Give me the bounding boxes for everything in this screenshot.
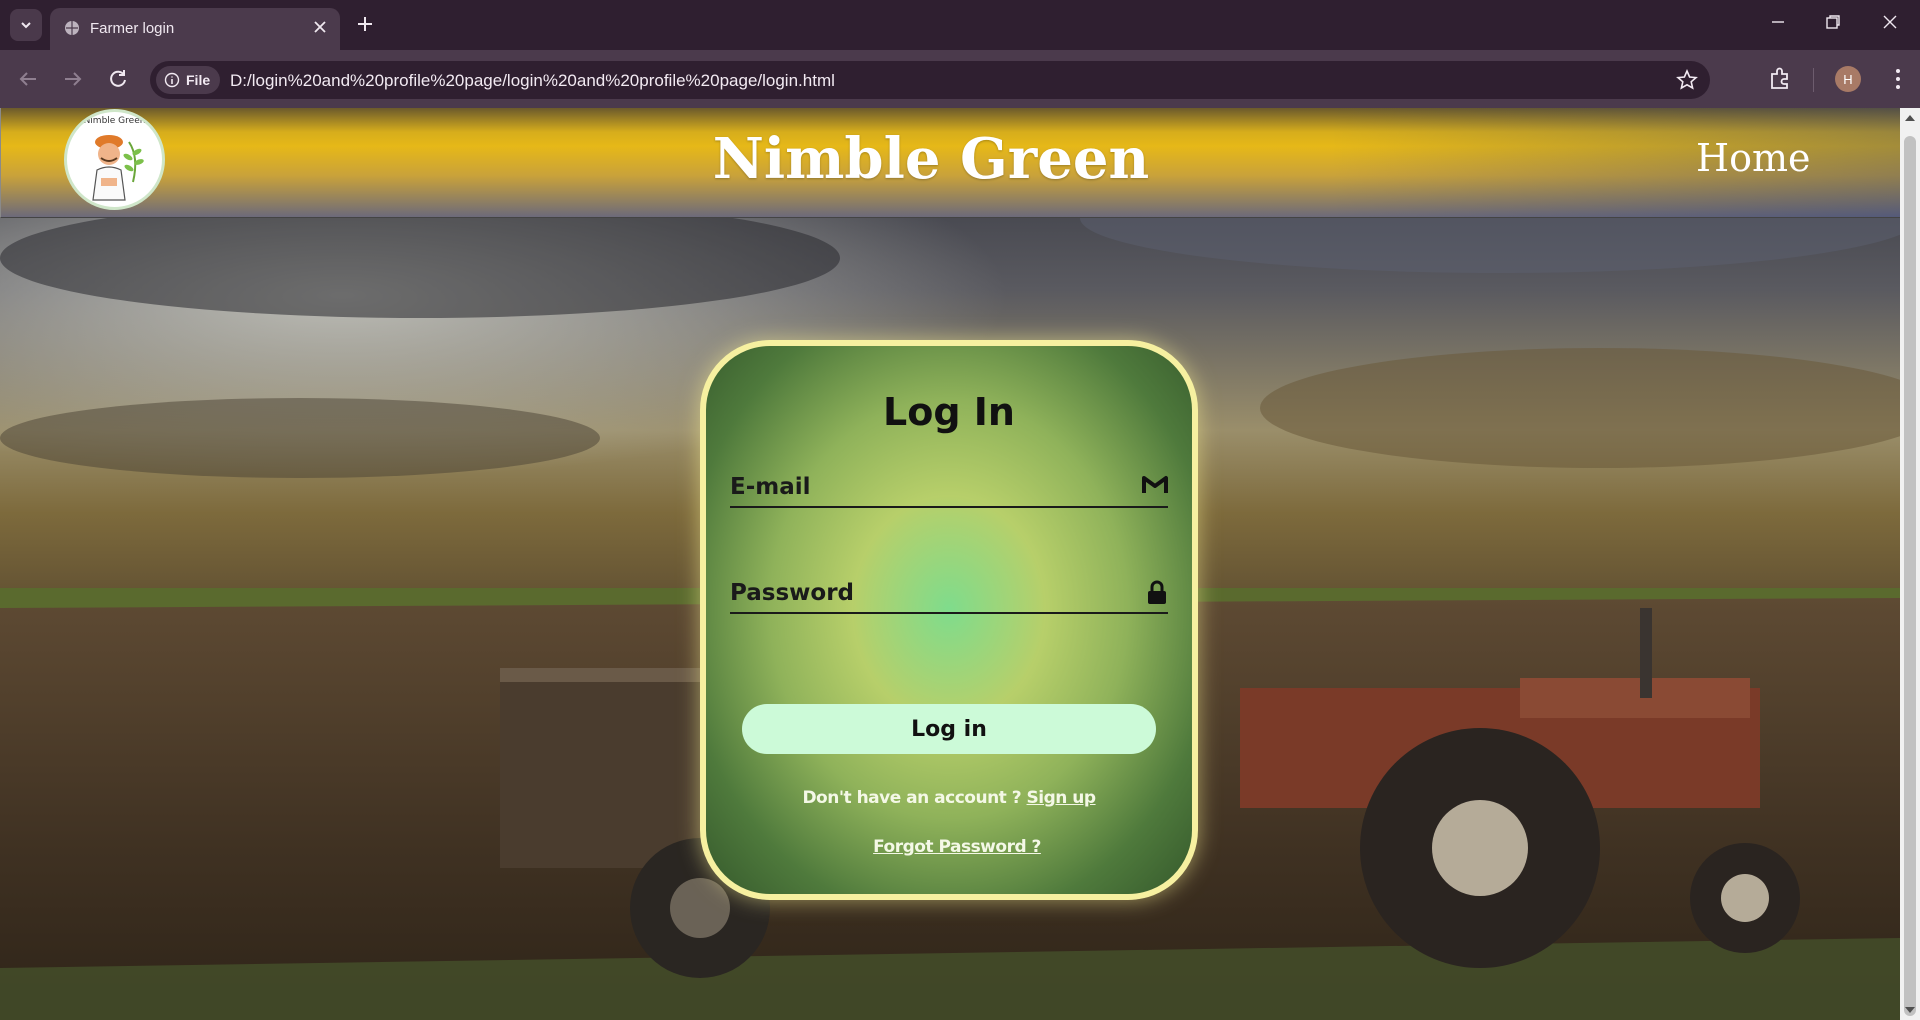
site-chip-label: File: [186, 72, 211, 88]
reload-icon[interactable]: [106, 67, 130, 91]
gmail-m-icon: [1142, 476, 1168, 493]
page-scrollbar[interactable]: [1900, 108, 1920, 1020]
bookmark-star-icon[interactable]: [1676, 69, 1698, 91]
forward-arrow-icon[interactable]: [61, 67, 85, 91]
login-submit-button[interactable]: Log in: [742, 704, 1156, 754]
scroll-down-arrow-icon[interactable]: [1905, 1006, 1915, 1014]
forgot-password-link[interactable]: Forgot Password ?: [873, 837, 1041, 857]
login-title: Log In: [883, 390, 1015, 434]
browser-toolbar: File D:/login%20and%20profile%20page/log…: [0, 50, 1920, 108]
more-menu-icon[interactable]: [1885, 66, 1911, 92]
signup-prompt-text: Don't have an account ?: [802, 788, 1022, 808]
profile-avatar[interactable]: H: [1835, 66, 1861, 92]
extensions-puzzle-icon[interactable]: [1767, 66, 1793, 92]
restore-icon[interactable]: [1825, 14, 1841, 30]
chevron-down-icon: [21, 22, 31, 29]
info-icon: [164, 72, 180, 88]
page-viewport: Nimble Green Nimble Green Home Log In E-…: [0, 108, 1900, 1020]
email-input[interactable]: [730, 468, 1120, 506]
forgot-password-row: Forgot Password ?: [714, 837, 1200, 857]
globe-icon: [65, 21, 79, 35]
address-bar[interactable]: File D:/login%20and%20profile%20page/log…: [150, 61, 1710, 99]
site-info-chip[interactable]: File: [156, 66, 220, 94]
signup-link[interactable]: Sign up: [1027, 788, 1097, 808]
new-tab-plus-icon[interactable]: [353, 12, 377, 36]
password-input[interactable]: [730, 574, 1120, 612]
site-brand-title: Nimble Green: [712, 126, 1150, 192]
browser-tab-strip: Farmer login: [0, 0, 1920, 50]
close-icon[interactable]: [312, 19, 328, 35]
minimize-icon[interactable]: [1770, 14, 1786, 30]
nav-home-link[interactable]: Home: [1696, 136, 1811, 180]
url-text[interactable]: D:/login%20and%20profile%20page/login%20…: [230, 71, 835, 91]
toolbar-separator: [1813, 68, 1814, 92]
browser-tab[interactable]: Farmer login: [50, 8, 340, 50]
back-arrow-icon[interactable]: [16, 67, 40, 91]
window-close-icon[interactable]: [1882, 14, 1898, 30]
lock-icon: [1148, 580, 1166, 604]
email-field: [730, 468, 1168, 508]
site-header: Nimble Green Nimble Green Home: [0, 108, 1900, 218]
password-field: [730, 574, 1168, 614]
signup-prompt: Don't have an account ? Sign up: [706, 788, 1192, 808]
tab-title: Farmer login: [90, 20, 175, 37]
login-card: Log In Log in Don't have an account ? Si…: [700, 340, 1198, 900]
tab-search-button[interactable]: [10, 9, 42, 41]
scrollbar-thumb[interactable]: [1904, 136, 1916, 1016]
scroll-up-arrow-icon[interactable]: [1905, 114, 1915, 122]
